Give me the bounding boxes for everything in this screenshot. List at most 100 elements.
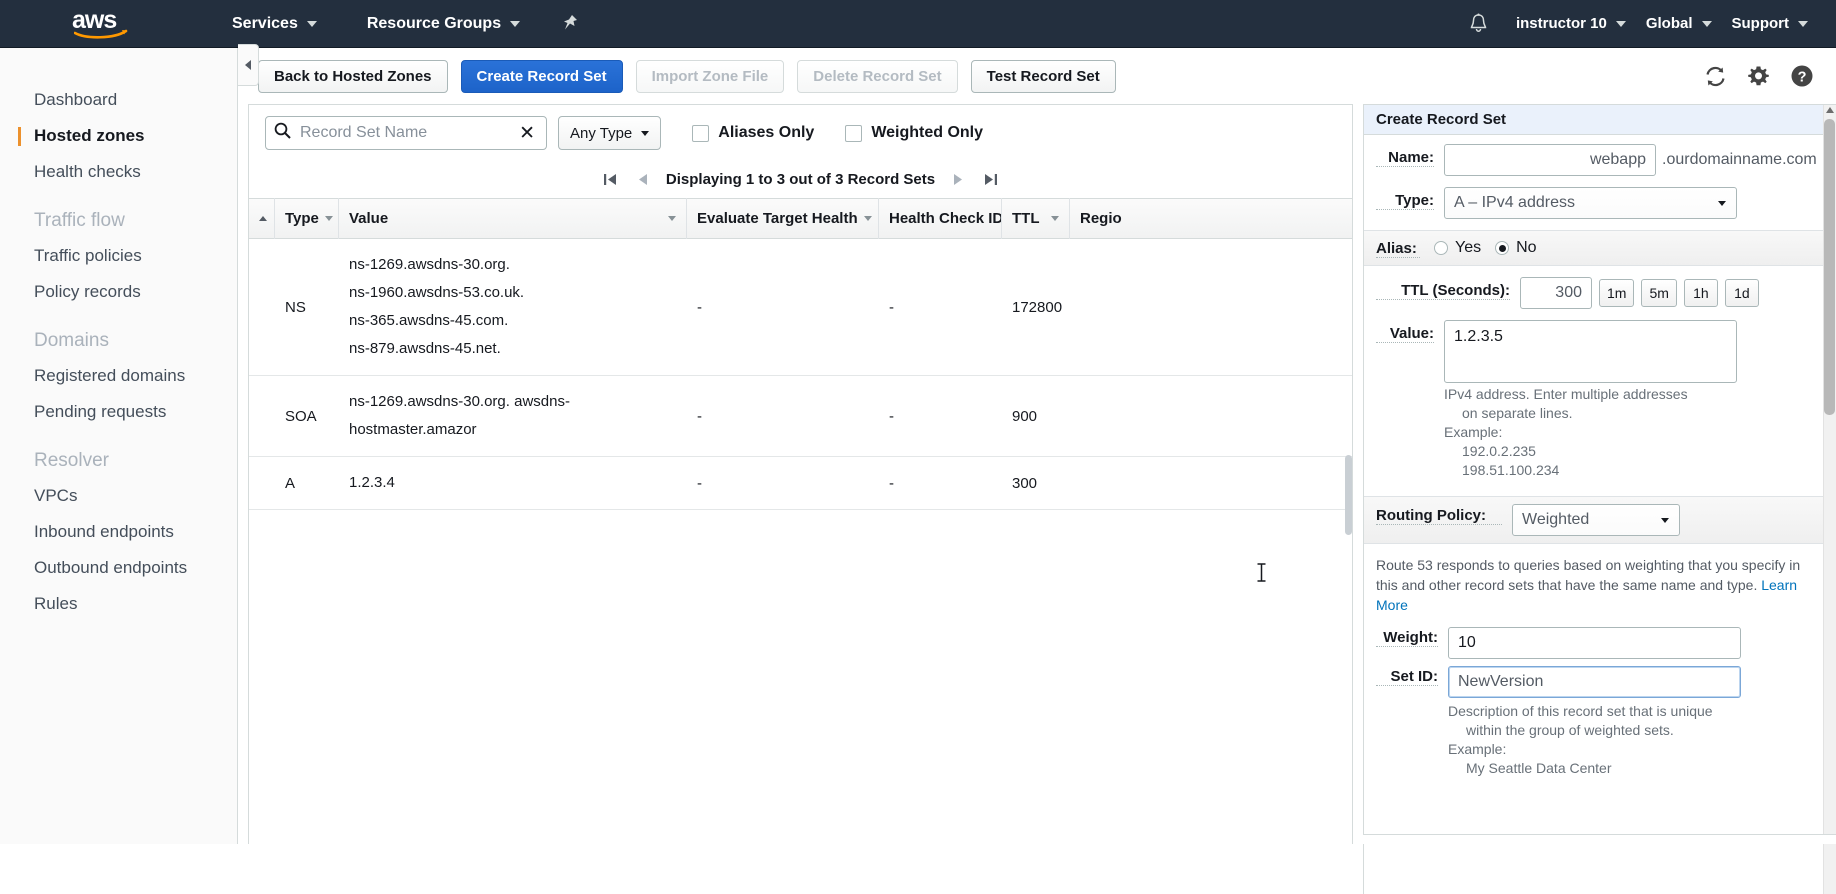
- form-vertical-scrollbar[interactable]: [1823, 105, 1836, 894]
- routing-policy-label: Routing Policy:: [1376, 507, 1502, 525]
- sidebar-item-registered-domains[interactable]: Registered domains: [0, 358, 237, 394]
- table-header-region[interactable]: Regio: [1070, 198, 1140, 239]
- notifications-bell-icon[interactable]: [1451, 13, 1506, 34]
- alias-no-radio[interactable]: [1495, 241, 1510, 255]
- name-domain-suffix: .ourdomainname.com: [1662, 151, 1817, 168]
- weight-field-row: Weight:: [1364, 622, 1836, 664]
- type-filter-label: Any Type: [570, 124, 633, 142]
- table-header-ttl[interactable]: TTL: [1002, 198, 1070, 239]
- alias-no-label: No: [1516, 239, 1537, 256]
- ttl-preset-1d[interactable]: 1d: [1724, 279, 1759, 307]
- type-filter-dropdown[interactable]: Any Type: [558, 116, 662, 150]
- setid-input[interactable]: [1448, 666, 1741, 698]
- refresh-icon[interactable]: [1704, 65, 1727, 88]
- delete-record-set-button[interactable]: Delete Record Set: [797, 59, 958, 93]
- table-header-health-check-id[interactable]: Health Check ID: [879, 198, 1002, 239]
- aws-smile-icon: [74, 29, 128, 39]
- search-input[interactable]: [298, 123, 510, 143]
- pin-icon[interactable]: [562, 14, 579, 33]
- test-record-set-button[interactable]: Test Record Set: [970, 59, 1116, 93]
- cell-ttl: 300: [1012, 474, 1038, 492]
- ttl-field-row: TTL (Seconds): 1m5m1h1d: [1364, 266, 1836, 316]
- sidebar-collapse-button[interactable]: [238, 44, 259, 86]
- cell-ttl: 900: [1012, 407, 1038, 425]
- last-page-icon[interactable]: [982, 171, 999, 188]
- create-record-set-button[interactable]: Create Record Set: [460, 59, 623, 93]
- help-icon[interactable]: ?: [1790, 64, 1814, 88]
- table-header-evaluate-target-health[interactable]: Evaluate Target Health: [687, 198, 879, 239]
- sidebar-item-health-checks[interactable]: Health checks: [0, 154, 237, 190]
- nav-resource-groups[interactable]: Resource Groups: [357, 0, 530, 48]
- record-table-header: Type Value Evaluate Target Health Health…: [249, 198, 1352, 239]
- aliases-only-checkbox-group[interactable]: Aliases Only: [692, 124, 814, 142]
- prev-page-icon[interactable]: [635, 171, 650, 188]
- aws-logo-text: aws: [72, 5, 117, 34]
- pagination-status: Displaying 1 to 3 out of 3 Record Sets: [665, 171, 936, 188]
- ttl-input[interactable]: [1520, 277, 1592, 309]
- sidebar-item-policy-records[interactable]: Policy records: [0, 274, 237, 310]
- table-header-ttl-label: TTL: [1012, 210, 1040, 227]
- weighted-only-checkbox[interactable]: [845, 124, 863, 142]
- scroll-up-arrow-icon[interactable]: [1826, 107, 1834, 113]
- form-scrollbar-thumb[interactable]: [1824, 119, 1835, 415]
- sidebar-item-rules[interactable]: Rules: [0, 586, 237, 622]
- panel-vertical-scrollbar[interactable]: [1345, 455, 1352, 535]
- table-header-sort-indicator[interactable]: [249, 198, 275, 239]
- alias-no-radio-group[interactable]: No: [1495, 239, 1537, 257]
- table-header-type[interactable]: Type: [275, 198, 339, 239]
- clear-search-icon[interactable]: ✕: [516, 124, 538, 143]
- weight-input[interactable]: [1448, 627, 1741, 659]
- table-row[interactable]: SOA ns-1269.awsdns-30.org. awsdns-hostmas…: [249, 376, 1352, 457]
- sidebar-item-hosted-zones[interactable]: Hosted zones: [0, 118, 237, 154]
- ttl-preset-1m[interactable]: 1m: [1599, 279, 1635, 307]
- alias-label: Alias:: [1376, 240, 1420, 258]
- cell-evaluate-target-health: -: [697, 407, 702, 425]
- form-bottom-bar: [1363, 834, 1836, 844]
- setid-hint: Description of this record set that is u…: [1448, 702, 1836, 778]
- nav-account-menu[interactable]: instructor 10: [1506, 0, 1636, 48]
- nav-region-menu[interactable]: Global: [1636, 0, 1722, 48]
- top-navigation-bar: aws Services Resource Groups instructor …: [0, 0, 1836, 48]
- sidebar-item-pending-requests[interactable]: Pending requests: [0, 394, 237, 430]
- value-hint-line2: on separate lines.: [1462, 405, 1573, 421]
- alias-field-row: Alias: Yes No: [1364, 230, 1836, 266]
- sort-ascending-icon: [259, 216, 267, 221]
- aws-logo[interactable]: aws: [72, 5, 134, 39]
- nav-support-menu[interactable]: Support: [1722, 0, 1819, 48]
- name-input[interactable]: [1444, 144, 1656, 176]
- weighted-only-checkbox-group[interactable]: Weighted Only: [845, 124, 983, 142]
- value-textarea[interactable]: 1.2.3.5: [1444, 320, 1737, 383]
- first-page-icon[interactable]: [602, 171, 619, 188]
- chevron-down-icon: [1661, 517, 1669, 523]
- sort-icon: [668, 216, 676, 221]
- aliases-only-checkbox[interactable]: [692, 124, 710, 142]
- routing-policy-dropdown[interactable]: Weighted: [1512, 504, 1680, 536]
- table-row[interactable]: NS ns-1269.awsdns-30.org. ns-1960.awsdns-5…: [249, 239, 1352, 376]
- table-header-value[interactable]: Value: [339, 198, 687, 239]
- table-row[interactable]: A 1.2.3.4 - - 300: [249, 457, 1352, 510]
- form-title: Create Record Set: [1364, 105, 1836, 135]
- ttl-preset-1h[interactable]: 1h: [1683, 279, 1718, 307]
- gear-icon[interactable]: [1747, 65, 1770, 88]
- routing-policy-value: Weighted: [1522, 511, 1590, 528]
- alias-yes-radio-group[interactable]: Yes: [1434, 239, 1481, 257]
- type-dropdown[interactable]: A – IPv4 address: [1444, 187, 1737, 219]
- back-to-hosted-zones-button[interactable]: Back to Hosted Zones: [258, 59, 448, 93]
- chevron-left-icon: [245, 60, 251, 70]
- sidebar-item-dashboard[interactable]: Dashboard: [0, 82, 237, 118]
- import-zone-file-button[interactable]: Import Zone File: [635, 59, 785, 93]
- sidebar-item-inbound-endpoints[interactable]: Inbound endpoints: [0, 514, 237, 550]
- alias-yes-radio[interactable]: [1434, 241, 1448, 255]
- nav-resource-groups-label: Resource Groups: [366, 14, 502, 32]
- ttl-preset-5m[interactable]: 5m: [1641, 279, 1677, 307]
- search-box[interactable]: ✕: [265, 116, 547, 150]
- sidebar-item-traffic-policies[interactable]: Traffic policies: [0, 238, 237, 274]
- nav-services[interactable]: Services: [222, 0, 327, 48]
- cell-value-line: ns-879.awsdns-45.net.: [349, 340, 501, 357]
- sidebar-item-outbound-endpoints[interactable]: Outbound endpoints: [0, 550, 237, 586]
- next-page-icon[interactable]: [951, 171, 966, 188]
- cell-value-line: 1.2.3.4: [349, 474, 395, 491]
- left-sidebar: Dashboard Hosted zones Health checks Traffi…: [0, 48, 238, 844]
- sidebar-item-vpcs[interactable]: VPCs: [0, 478, 237, 514]
- cell-value: 1.2.3.4: [339, 457, 687, 509]
